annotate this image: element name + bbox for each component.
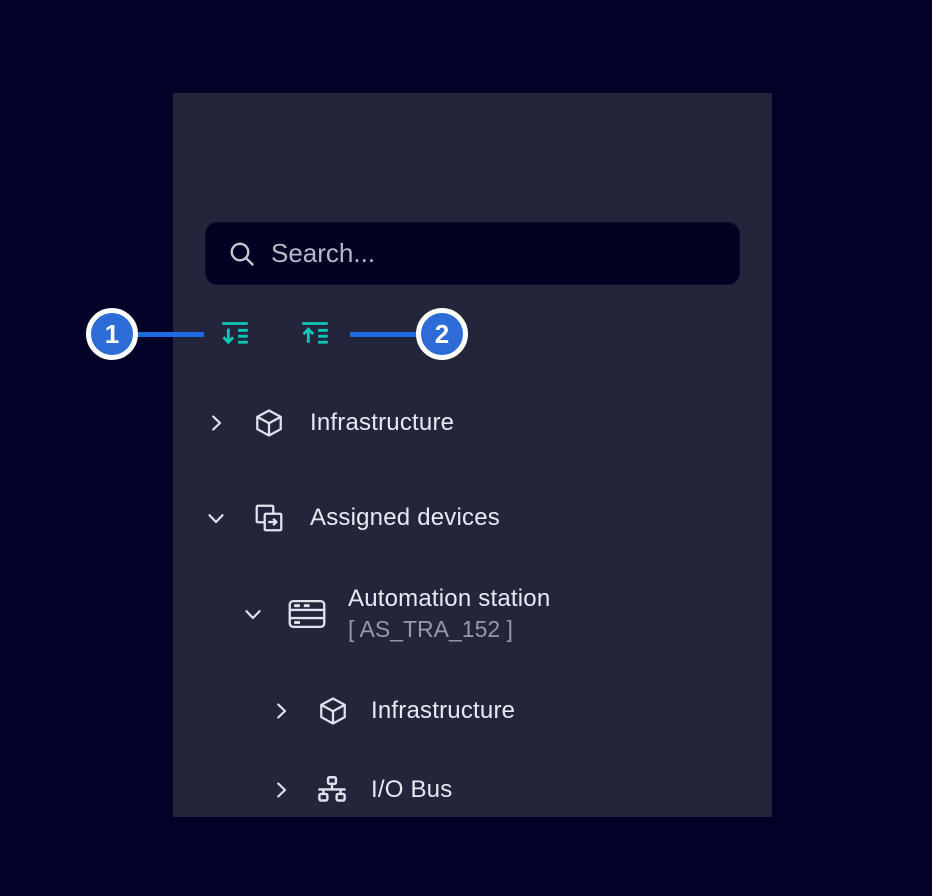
chevron-right-icon[interactable] <box>269 699 293 723</box>
tree-item-label: Assigned devices <box>310 504 500 532</box>
chevron-right-icon[interactable] <box>204 411 228 435</box>
screenshot-canvas: Infrastructure Assigned devices <box>0 0 932 896</box>
tree-item-infrastructure[interactable]: Infrastructure <box>204 399 454 447</box>
expand-all-button[interactable] <box>217 316 253 352</box>
tree-item-infrastructure-nested[interactable]: Infrastructure <box>269 687 515 735</box>
tree-item-label-block: Automation station [ AS_TRA_152 ] <box>348 583 550 645</box>
chevron-right-icon[interactable] <box>269 778 293 802</box>
search-box <box>205 222 740 285</box>
search-input[interactable] <box>206 223 739 284</box>
callout-line-2 <box>350 332 416 337</box>
callout-number: 1 <box>105 319 119 350</box>
tree-item-label: I/O Bus <box>371 776 452 804</box>
tree-item-label: Infrastructure <box>371 697 515 725</box>
chevron-down-icon[interactable] <box>241 602 265 626</box>
tree-item-io-bus[interactable]: I/O Bus <box>269 766 452 814</box>
automation-station-icon <box>288 599 326 629</box>
chevron-down-icon[interactable] <box>204 506 228 530</box>
io-bus-icon <box>315 773 349 807</box>
assigned-devices-icon <box>253 502 285 534</box>
cube-icon <box>317 695 349 727</box>
tree-item-assigned-devices[interactable]: Assigned devices <box>204 494 500 542</box>
callout-line-1 <box>138 332 204 337</box>
tree-item-label: Automation station <box>348 583 550 614</box>
callout-number: 2 <box>435 319 449 350</box>
tree-item-automation-station[interactable]: Automation station [ AS_TRA_152 ] <box>241 580 550 648</box>
expand-all-icon <box>218 317 252 351</box>
cube-icon <box>253 407 285 439</box>
collapse-all-button[interactable] <box>297 316 333 352</box>
tree-item-label: Infrastructure <box>310 409 454 437</box>
callout-badge-1: 1 <box>86 308 138 360</box>
callout-badge-2: 2 <box>416 308 468 360</box>
tree-item-sublabel: [ AS_TRA_152 ] <box>348 614 550 645</box>
collapse-all-icon <box>298 317 332 351</box>
tree-panel: Infrastructure Assigned devices <box>173 93 772 817</box>
